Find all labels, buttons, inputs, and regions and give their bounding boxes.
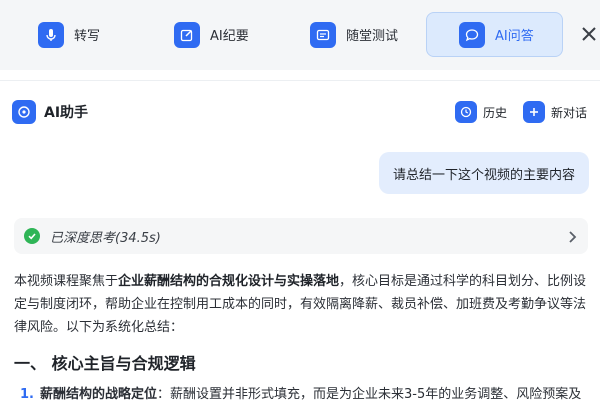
chat-bubble-icon <box>459 21 485 48</box>
answer-intro-prefix: 本视频课程聚焦于 <box>14 274 119 289</box>
tab-quiz-label: 随堂测试 <box>346 29 399 44</box>
list-item-title: 薪酬结构的战略定位 <box>39 387 157 400</box>
top-tab-bar: 转写 AI纪要 随堂测试 AI问答 <box>0 0 600 70</box>
new-chat-button[interactable]: 新对话 <box>523 100 587 124</box>
new-chat-label: 新对话 <box>551 105 588 120</box>
tab-ai-summary[interactable]: AI纪要 <box>174 12 249 57</box>
clock-icon <box>455 101 477 123</box>
ai-assistant-logo-icon <box>12 100 36 124</box>
answer-intro-bold: 企业薪酬结构的合规化设计与实操落地 <box>118 274 340 289</box>
close-icon[interactable] <box>575 20 600 48</box>
thinking-status: 已深度思考(34.5s) <box>50 230 161 246</box>
chevron-right-icon <box>566 229 578 248</box>
assistant-header: AI助手 历史 新对话 <box>0 90 600 134</box>
tab-transcribe-label: 转写 <box>74 29 101 44</box>
microphone-icon <box>38 21 64 48</box>
history-label: 历史 <box>483 105 508 120</box>
answer-intro: 本视频课程聚焦于企业薪酬结构的合规化设计与实操落地，核心目标是通过科学的科目划分… <box>14 270 594 339</box>
plus-icon <box>523 101 545 123</box>
list-item: 1. 薪酬结构的战略定位：薪酬设置并非形式填充，而是为企业未来3-5年的业务调整、… <box>20 383 598 400</box>
header-divider <box>0 80 600 81</box>
list-item-number: 1. <box>20 387 34 400</box>
edit-icon <box>174 21 200 48</box>
assistant-title: AI助手 <box>44 105 89 121</box>
history-button[interactable]: 历史 <box>455 100 507 124</box>
tab-ai-qa-label: AI问答 <box>495 29 534 44</box>
quiz-icon <box>310 21 336 48</box>
tab-transcribe[interactable]: 转写 <box>38 12 100 57</box>
tab-ai-qa[interactable]: AI问答 <box>426 12 563 57</box>
tab-quiz[interactable]: 随堂测试 <box>310 12 398 57</box>
list-item-text: ：薪酬设置并非形式填充，而是为企业未来3-5年的业务调整、风险预案及 <box>157 387 582 400</box>
deep-thinking-toggle[interactable]: 已深度思考(34.5s) <box>14 218 588 254</box>
check-circle-icon <box>24 228 40 244</box>
section-heading: 一、 核心主旨与合规逻辑 <box>14 354 196 373</box>
tab-ai-summary-label: AI纪要 <box>210 29 249 44</box>
user-message-bubble: 请总结一下这个视频的主要内容 <box>379 152 589 194</box>
